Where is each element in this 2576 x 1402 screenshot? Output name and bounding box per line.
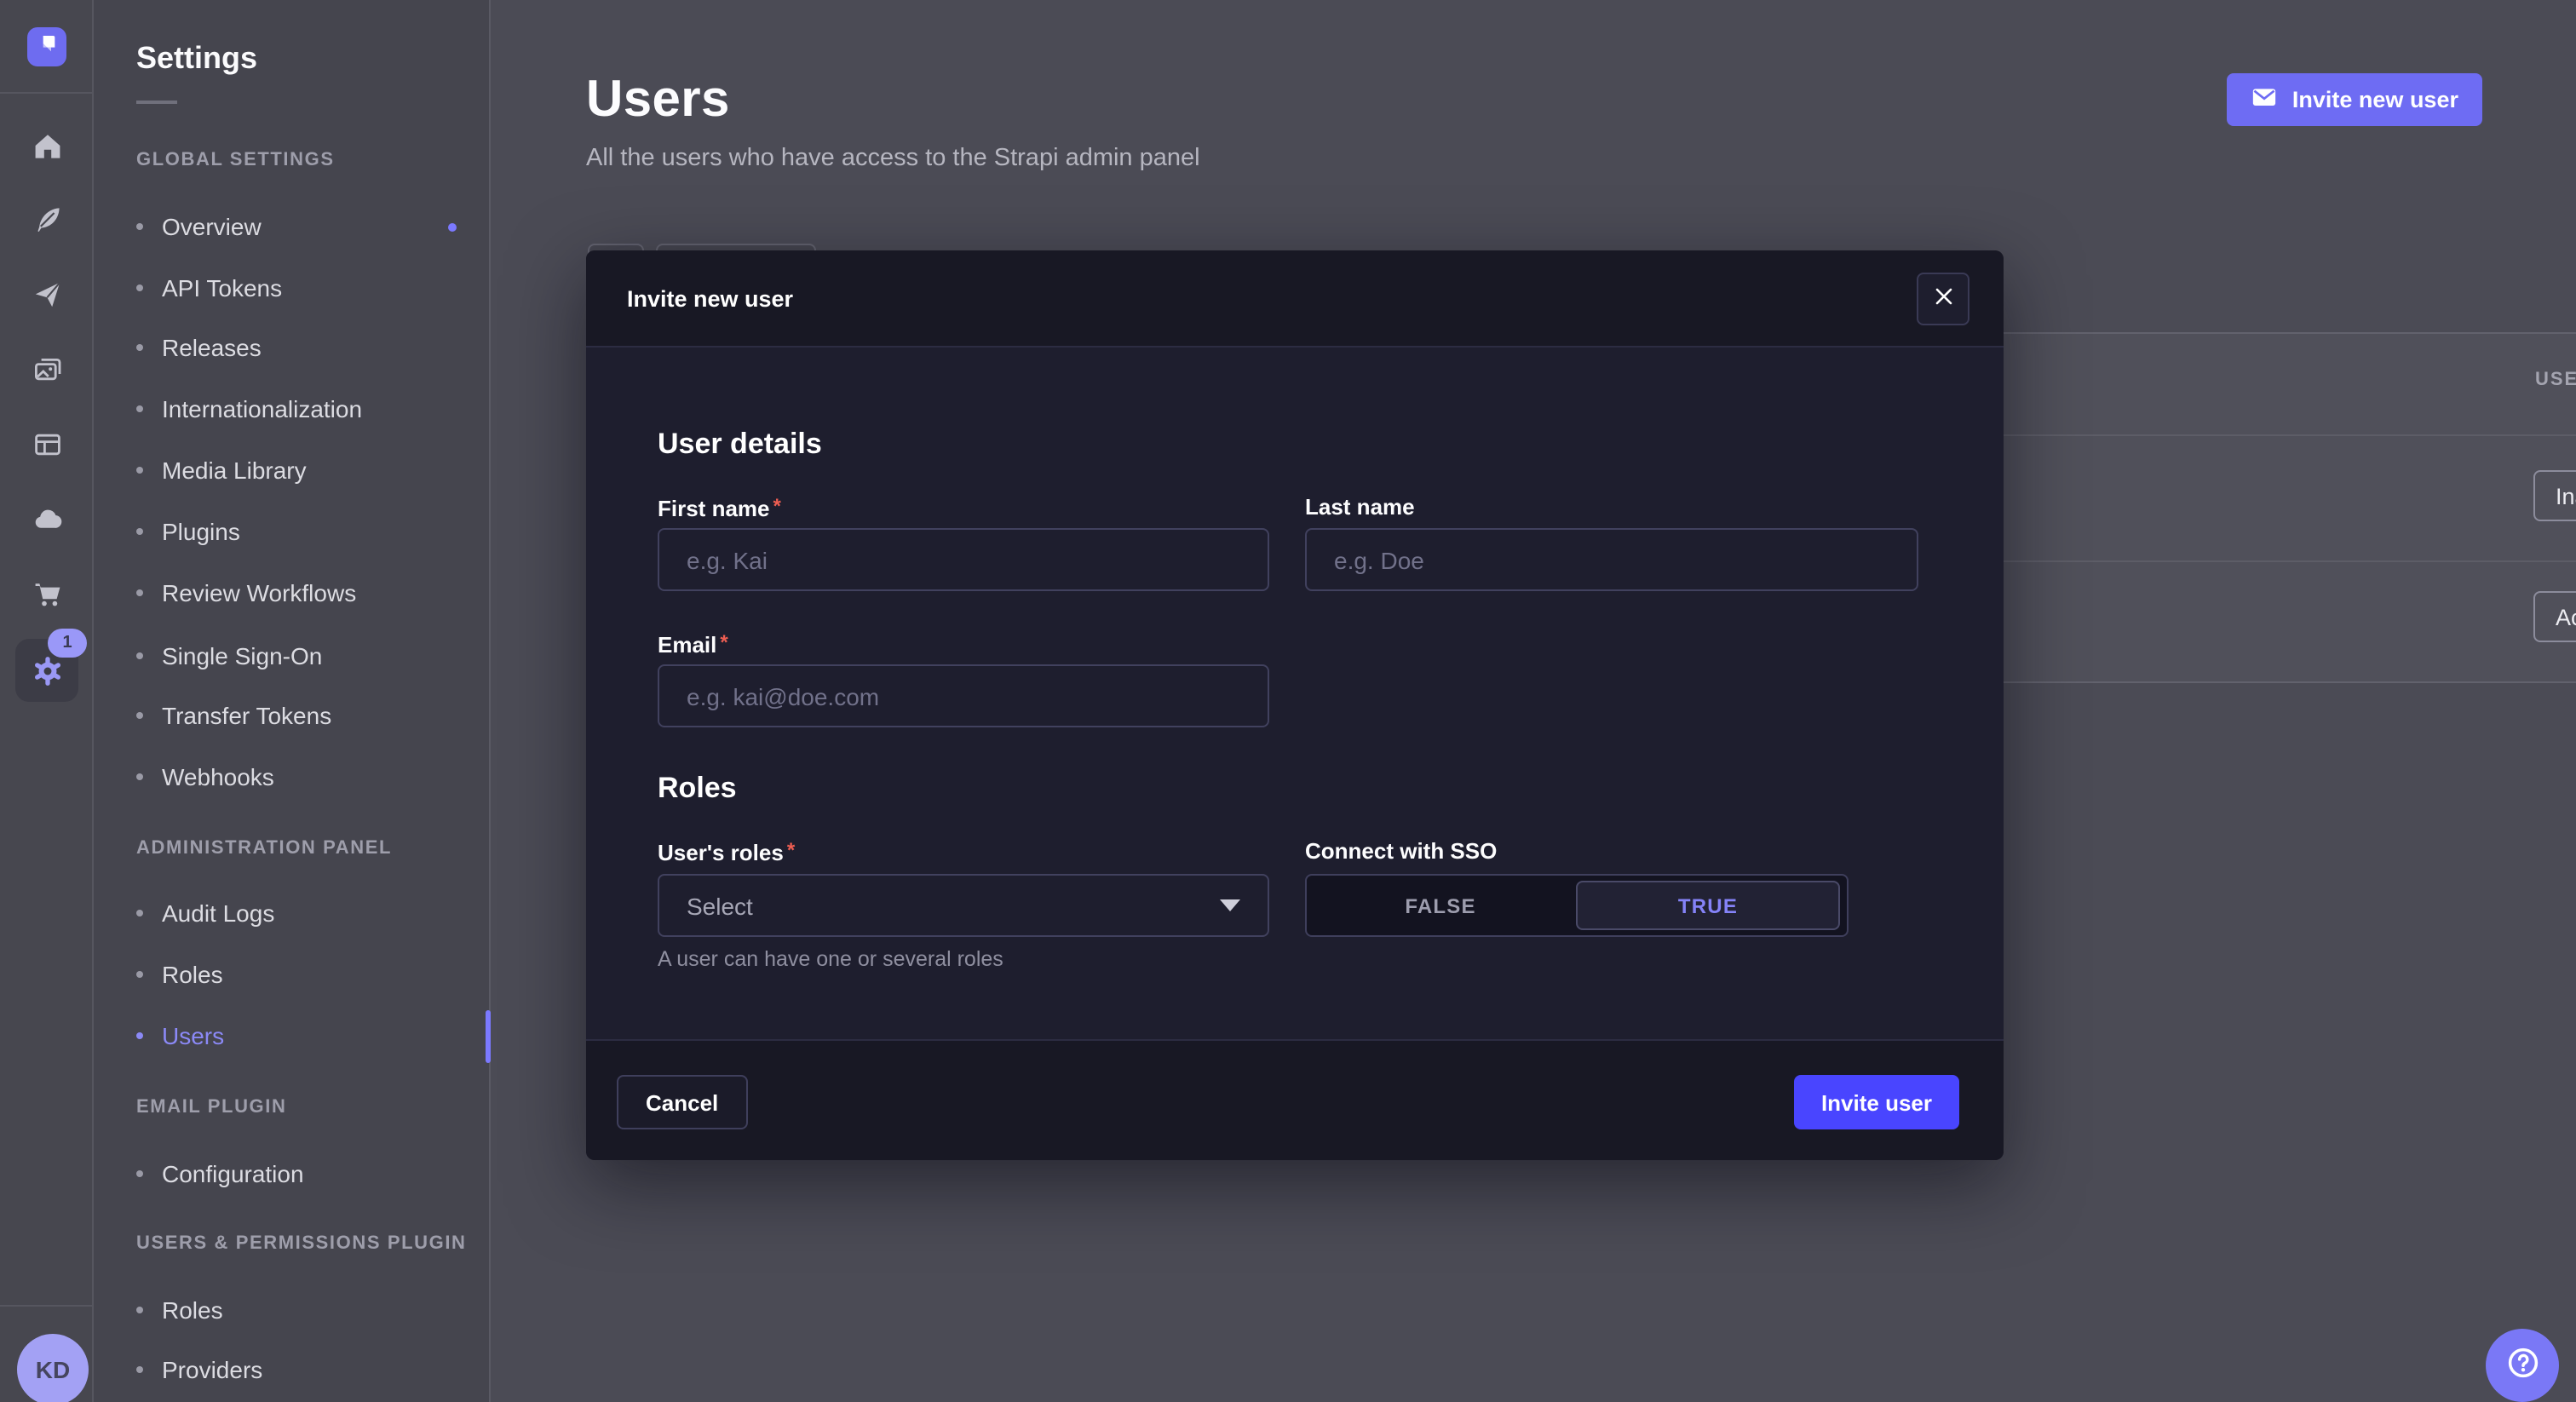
email-input[interactable] [658,664,1269,727]
bullet-icon [136,652,143,659]
chevron-down-icon [1220,899,1240,911]
sidebar-item-internationalization[interactable]: Internationalization [136,380,472,438]
page-subtitle: All the users who have access to the Str… [586,145,1200,172]
invite-new-user-button[interactable]: Invite new user [2228,73,2482,126]
sidebar-item-up-roles[interactable]: Roles [136,1281,472,1339]
sso-option-false[interactable]: FALSE [1307,876,1574,935]
close-button[interactable] [1917,273,1969,325]
section-label-administration-panel: ADMINISTRATION PANEL [136,835,392,862]
nav-releases-button[interactable] [15,262,78,325]
strapi-logo-icon [34,30,60,64]
sidebar-item-plugins[interactable]: Plugins [136,503,472,560]
sidebar-item-releases[interactable]: Releases [136,319,472,376]
connect-sso-label: Connect with SSO [1305,838,1497,864]
layout-icon [32,428,62,459]
user-details-heading: User details [658,428,822,462]
bullet-icon [136,223,143,230]
cloud-icon [32,503,62,534]
nav-home-button[interactable] [15,114,78,177]
notification-dot [448,222,457,231]
sidebar-item-transfer-tokens[interactable]: Transfer Tokens [136,687,472,744]
nav-rail: 1 KD [0,0,94,1402]
cart-icon [32,578,62,609]
gear-icon [30,653,64,687]
roles-helper-text: A user can have one or several roles [658,947,1003,971]
sidebar-item-single-sign-on[interactable]: Single Sign-On [136,627,472,685]
settings-notification-badge: 1 [48,629,87,658]
sidebar-item-api-tokens[interactable]: API Tokens [136,259,472,317]
email-label: Email [658,630,728,658]
page-title: Users [586,72,730,129]
bullet-icon [136,1170,143,1177]
user-avatar[interactable]: KD [17,1334,89,1402]
section-label-users-permissions-plugin: USERS & PERMISSIONS PLUGIN [136,1230,467,1257]
bullet-icon [136,589,143,596]
subnav-title: Settings [136,41,257,77]
nav-content-manager-button[interactable] [15,412,78,475]
cancel-button[interactable]: Cancel [617,1075,747,1129]
modal-header: Invite new user [586,250,2004,348]
envelope-icon [2251,83,2279,116]
status-badge: Active [2533,591,2576,642]
strapi-logo[interactable] [27,27,66,66]
bullet-icon [136,1032,143,1039]
sidebar-item-overview[interactable]: Overview [136,198,472,256]
nav-media-library-button[interactable] [15,337,78,400]
nav-deploy-cloud-button[interactable] [15,487,78,550]
column-header-user-status: USER STATUS [2535,370,2576,390]
feather-icon [32,204,62,234]
first-name-label: First name [658,494,781,521]
settings-subnav: Settings GLOBAL SETTINGS Overview API To… [94,0,491,1402]
bullet-icon [136,405,143,412]
users-roles-label: User's roles [658,838,795,865]
bullet-icon [136,284,143,291]
last-name-label: Last name [1305,494,1415,520]
paper-plane-icon [32,279,62,309]
users-roles-select[interactable]: Select [658,874,1269,937]
first-name-input[interactable] [658,528,1269,591]
modal-title: Invite new user [627,250,793,348]
images-icon [32,353,62,384]
rail-divider [0,1305,94,1307]
bullet-icon [136,467,143,474]
nav-content-type-builder-button[interactable] [15,187,78,250]
sidebar-item-providers[interactable]: Providers [136,1341,472,1399]
bullet-icon [136,971,143,978]
bullet-icon [136,528,143,535]
invite-new-user-modal: Invite new user User details First name … [586,250,2004,1160]
active-item-indicator [486,1010,491,1063]
bullet-icon [136,1366,143,1373]
sso-option-true[interactable]: TRUE [1576,881,1840,930]
bullet-icon [136,910,143,916]
close-icon [1933,286,1953,312]
help-button[interactable] [2486,1329,2559,1402]
sidebar-item-users[interactable]: Users [136,1007,472,1065]
invite-user-submit-button[interactable]: Invite user [1794,1075,1959,1129]
sidebar-item-configuration[interactable]: Configuration [136,1145,472,1203]
modal-footer: Cancel Invite user [586,1039,2004,1160]
strapi-admin-app: 1 KD Settings GLOBAL SETTINGS Overview A… [0,0,2576,1402]
section-label-email-plugin: EMAIL PLUGIN [136,1094,286,1121]
home-icon [32,130,62,161]
nav-marketplace-button[interactable] [15,562,78,625]
bullet-icon [136,712,143,719]
sidebar-item-review-workflows[interactable]: Review Workflows [136,564,472,622]
subnav-title-divider [136,101,177,104]
bullet-icon [136,773,143,780]
sidebar-item-admin-roles[interactable]: Roles [136,945,472,1003]
logo-zone [0,0,92,94]
roles-heading: Roles [658,772,737,806]
sidebar-item-webhooks[interactable]: Webhooks [136,748,472,806]
status-badge: Inactive [2533,470,2576,521]
question-mark-icon [2504,1344,2541,1387]
last-name-input[interactable] [1305,528,1918,591]
sidebar-item-audit-logs[interactable]: Audit Logs [136,884,472,942]
section-label-global-settings: GLOBAL SETTINGS [136,147,335,174]
select-value: Select [687,892,1220,919]
sidebar-item-media-library[interactable]: Media Library [136,441,472,499]
bullet-icon [136,344,143,351]
sso-toggle: FALSE TRUE [1305,874,1849,937]
bullet-icon [136,1307,143,1313]
